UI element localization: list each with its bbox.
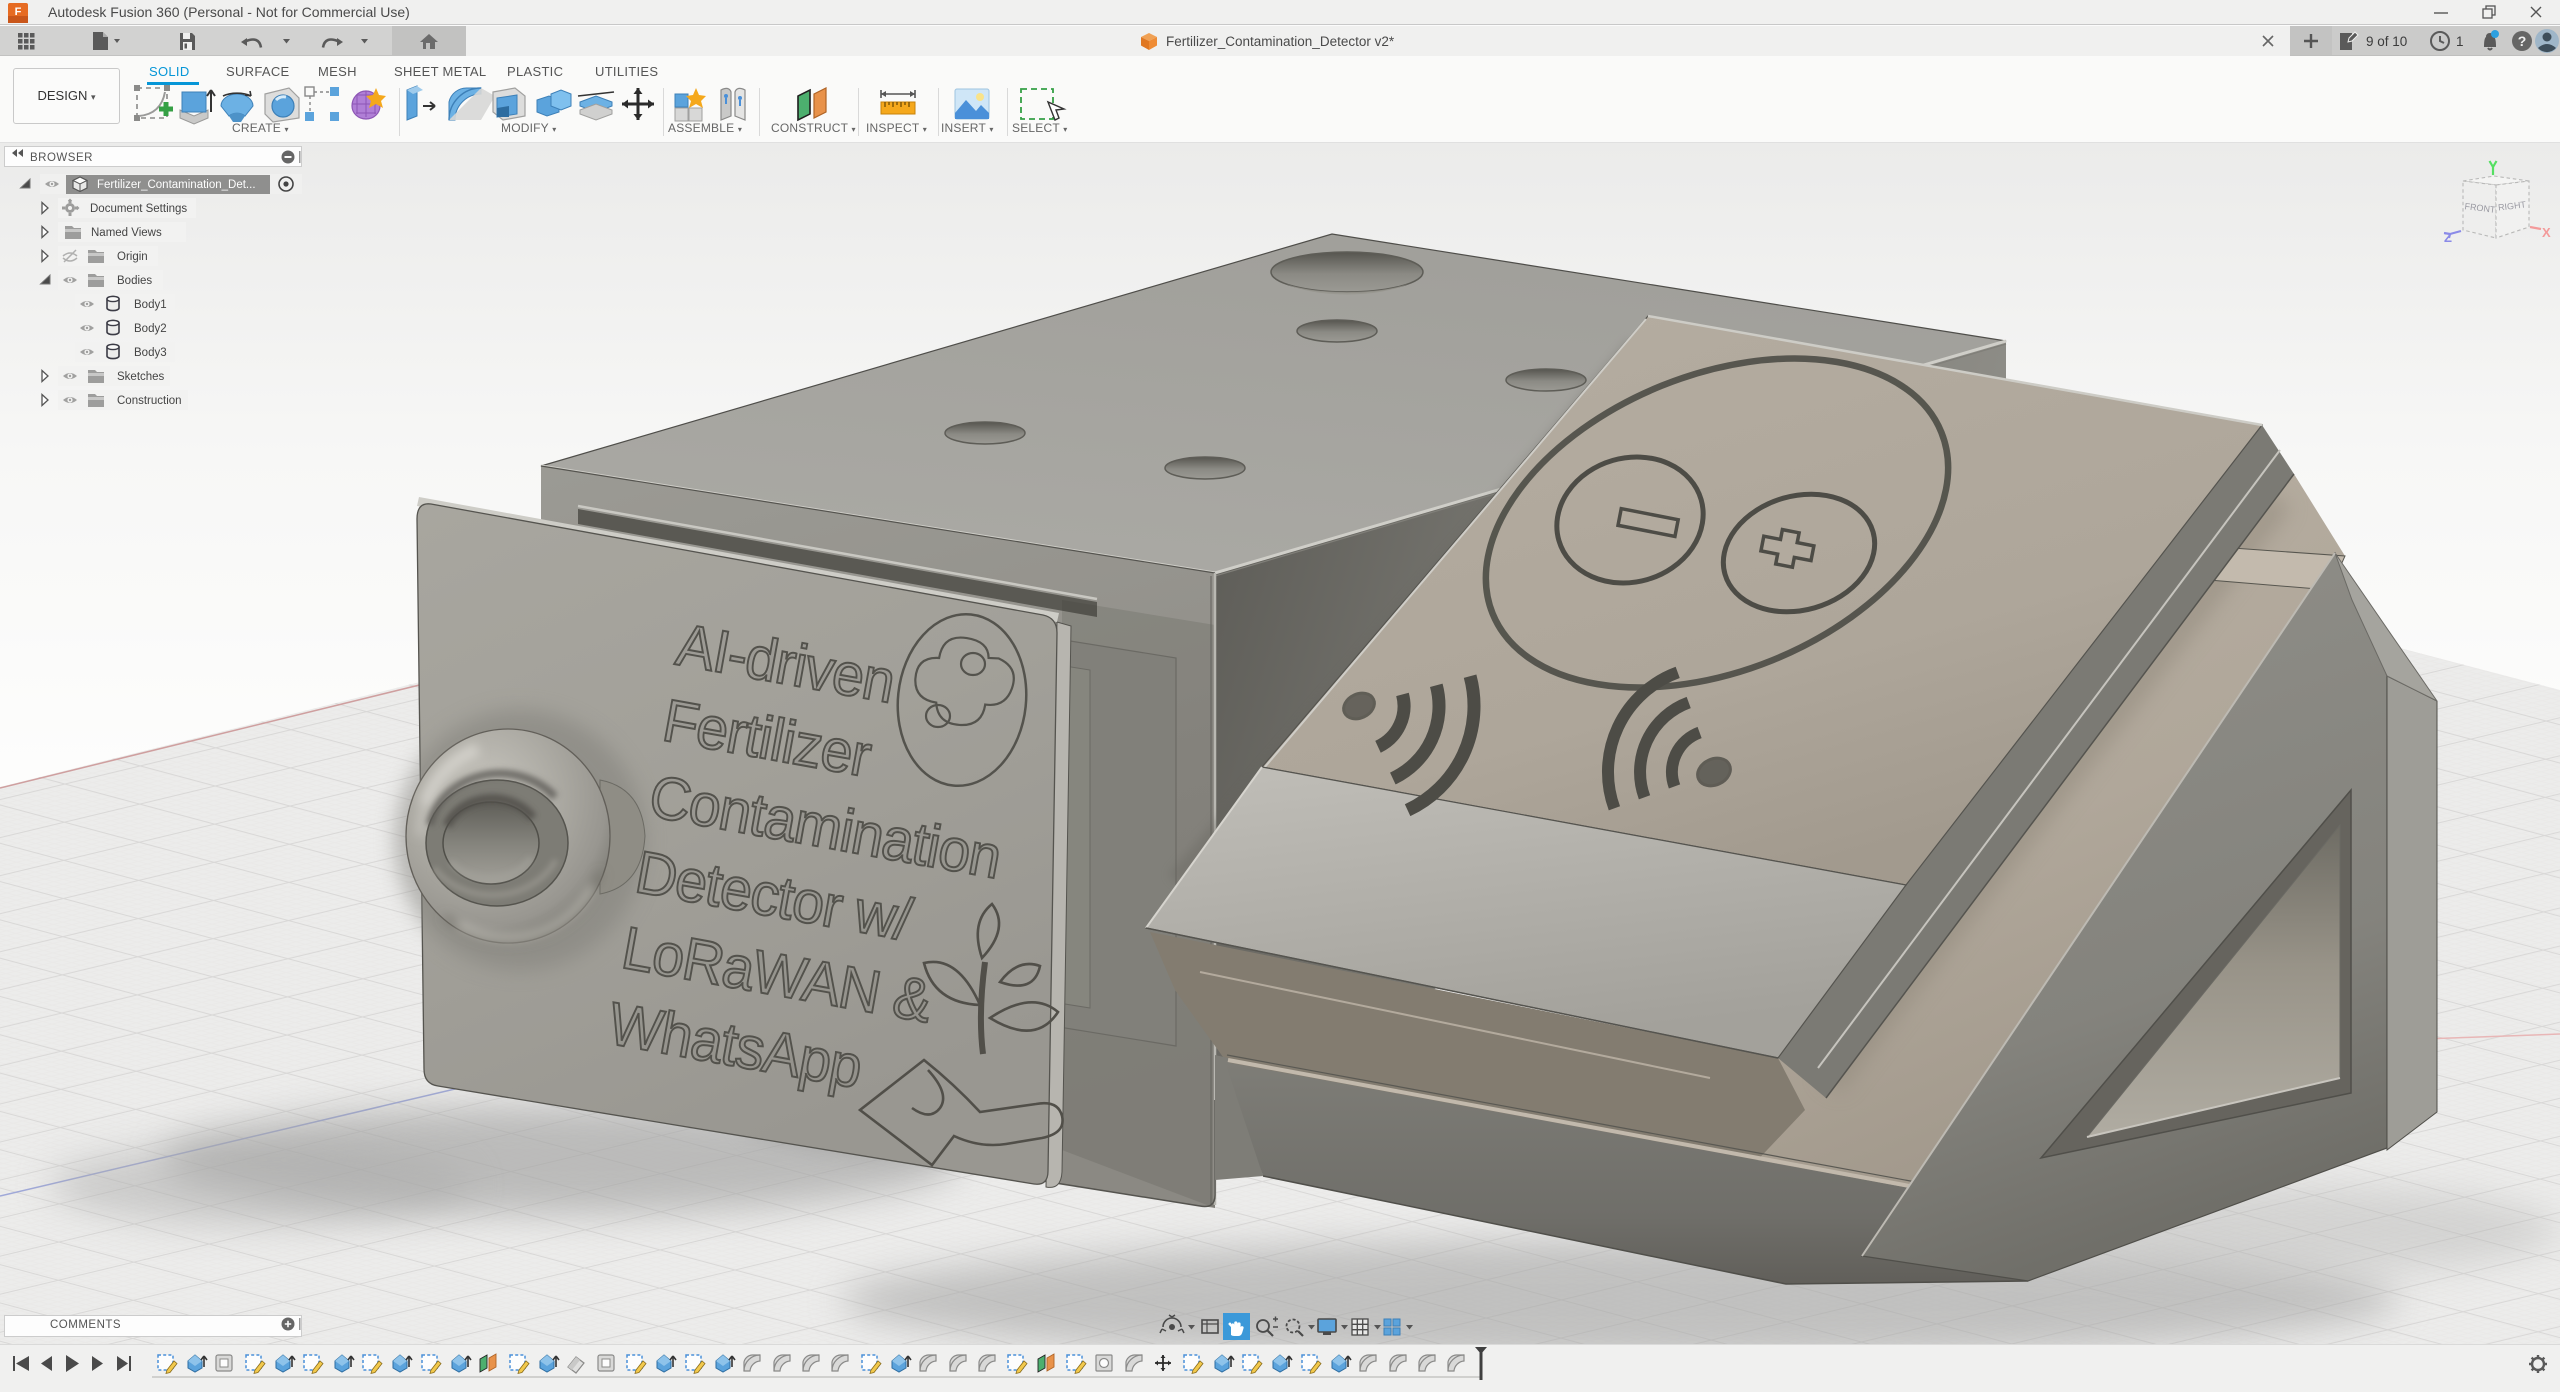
- svg-text:Body1: Body1: [134, 299, 167, 311]
- svg-text:Z: Z: [2444, 230, 2452, 245]
- svg-text:Bodies: Bodies: [117, 275, 152, 287]
- svg-text:Body3: Body3: [134, 347, 167, 359]
- svg-text:Body2: Body2: [134, 323, 167, 335]
- svg-text:Fertilizer_Contamination_Det..: Fertilizer_Contamination_Det...: [97, 179, 256, 191]
- svg-text:X: X: [2542, 225, 2551, 240]
- svg-text:9 of 10: 9 of 10: [2366, 34, 2407, 49]
- svg-text:Document Settings: Document Settings: [90, 203, 187, 215]
- svg-text:Fertilizer_Contamination_Detec: Fertilizer_Contamination_Detector v2*: [1166, 34, 1395, 49]
- svg-text:1: 1: [2456, 34, 2464, 49]
- svg-text:?: ?: [2518, 33, 2527, 49]
- svg-text:Construction: Construction: [117, 395, 182, 407]
- svg-text:Origin: Origin: [117, 251, 148, 263]
- svg-text:Named Views: Named Views: [91, 227, 162, 239]
- svg-text:Sketches: Sketches: [117, 371, 165, 383]
